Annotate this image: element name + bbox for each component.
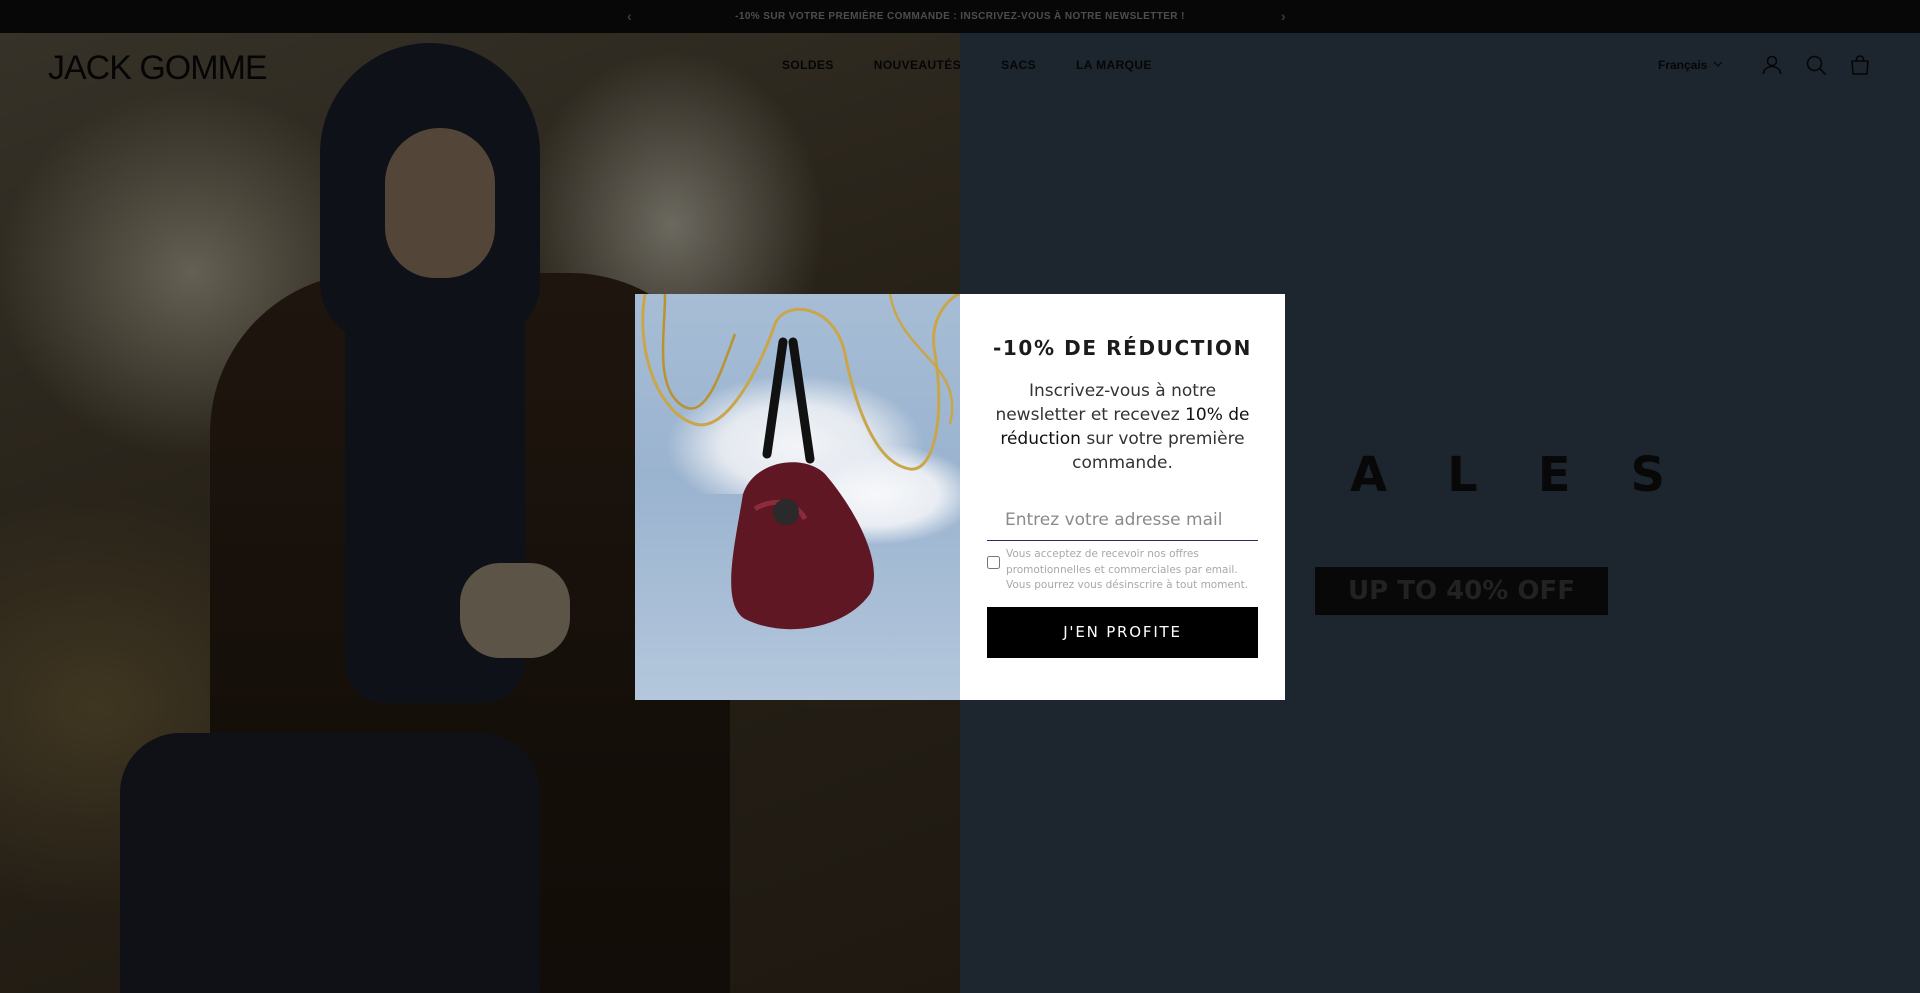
consent-checkbox[interactable] [987,556,1000,569]
modal-description: Inscrivez-vous à notre newsletter et rec… [987,379,1258,475]
newsletter-modal: -10% DE RÉDUCTION Inscrivez-vous à notre… [635,294,1285,700]
email-field-wrapper [987,505,1258,541]
modal-desc-text-1: Inscrivez-vous à notre newsletter et rec… [995,381,1217,425]
consent-text: Vous acceptez de recevoir nos offres pro… [1006,548,1249,591]
modal-title: -10% DE RÉDUCTION [993,336,1252,360]
modal-product-image [635,294,960,700]
consent-row: Vous acceptez de recevoir nos offres pro… [987,547,1258,594]
subscribe-button[interactable]: J'EN PROFITE [987,606,1258,658]
modal-desc-text-2: sur votre première commande. [1072,429,1245,473]
modal-content: -10% DE RÉDUCTION Inscrivez-vous à notre… [960,294,1285,700]
email-input[interactable] [987,505,1258,540]
